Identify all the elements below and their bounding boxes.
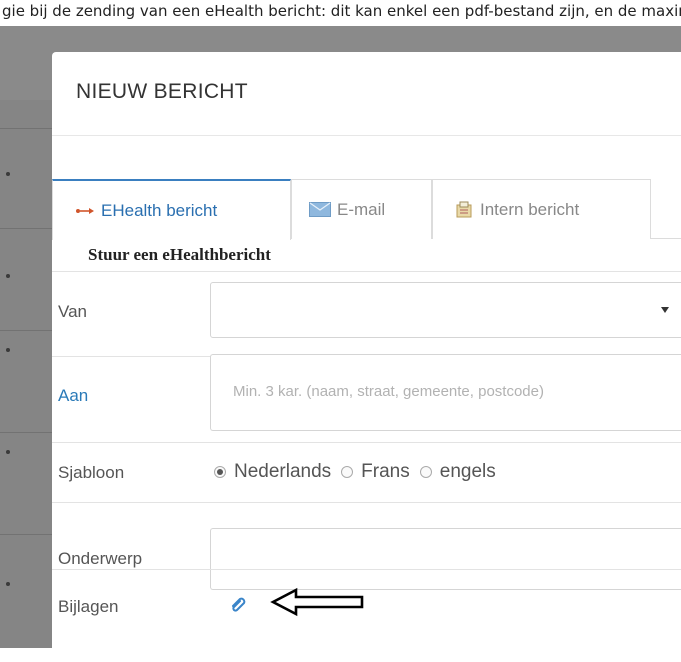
modal-title: NIEUW BERICHT — [76, 80, 248, 103]
divider — [0, 128, 52, 129]
radio-button[interactable] — [341, 466, 354, 478]
van-select[interactable] — [210, 282, 681, 338]
bullet-dot — [6, 450, 10, 454]
van-label: Van — [58, 302, 87, 321]
form-row-sjabloon: Sjabloon Nederlands Frans engels — [52, 442, 681, 502]
radio-label: Nederlands — [234, 461, 332, 482]
radio-nederlands[interactable]: Nederlands — [214, 461, 331, 483]
tab-label: E-mail — [337, 199, 386, 219]
aan-recipient-input[interactable]: Min. 3 kar. (naam, straat, gemeente, pos… — [210, 354, 681, 431]
instruction-text-caption: gie bij de zending van een eHealth beric… — [0, 0, 681, 26]
tab-e-mail[interactable]: E-mail — [291, 179, 432, 239]
new-message-modal: NIEUW BERICHT EHealth bericht E-mail Int… — [52, 52, 681, 662]
radio-engels[interactable]: engels — [419, 461, 496, 483]
divider — [0, 330, 52, 331]
dropdown-caret-icon — [661, 307, 669, 313]
form-row-van: Van — [52, 271, 681, 356]
aan-placeholder: Min. 3 kar. (naam, straat, gemeente, pos… — [233, 383, 544, 400]
envelope-icon — [309, 202, 331, 217]
radio-button[interactable] — [419, 466, 432, 478]
radio-button[interactable] — [214, 466, 226, 478]
tab-label: Intern bericht — [480, 199, 580, 219]
modal-header: NIEUW BERICHT — [52, 52, 681, 136]
tab-ehealth-bericht[interactable]: EHealth bericht — [52, 179, 291, 240]
bijlagen-label: Bijlagen — [58, 597, 119, 616]
onderwerp-label: Onderwerp — [58, 549, 143, 568]
ehealth-arrow-icon — [75, 206, 95, 216]
tab-label: EHealth bericht — [101, 200, 218, 220]
message-type-tabs: EHealth bericht E-mail Intern bericht — [52, 179, 681, 240]
radio-label: Frans — [361, 461, 410, 482]
bullet-dot — [6, 348, 10, 352]
sjabloon-label: Sjabloon — [58, 463, 125, 482]
divider — [0, 534, 52, 535]
bullet-dot — [6, 274, 10, 278]
form-row-aan: Aan Min. 3 kar. (naam, straat, gemeente,… — [52, 354, 681, 442]
paperclip-icon[interactable] — [230, 596, 246, 619]
bullet-dot — [6, 582, 10, 586]
radio-frans[interactable]: Frans — [341, 461, 410, 483]
section-heading: Stuur een eHealthbericht — [88, 245, 271, 264]
background-page-strip — [0, 100, 52, 648]
divider — [0, 228, 52, 229]
divider — [0, 432, 52, 433]
aan-label[interactable]: Aan — [58, 386, 88, 406]
form-row-bijlagen: Bijlagen — [52, 569, 681, 641]
annotation-arrow-icon — [270, 587, 366, 622]
sjabloon-radio-group: Nederlands Frans engels — [214, 461, 506, 483]
tab-intern-bericht[interactable]: Intern bericht — [432, 179, 651, 239]
radio-label: engels — [439, 461, 496, 482]
bullet-dot — [6, 172, 10, 176]
intern-message-icon — [454, 200, 474, 220]
